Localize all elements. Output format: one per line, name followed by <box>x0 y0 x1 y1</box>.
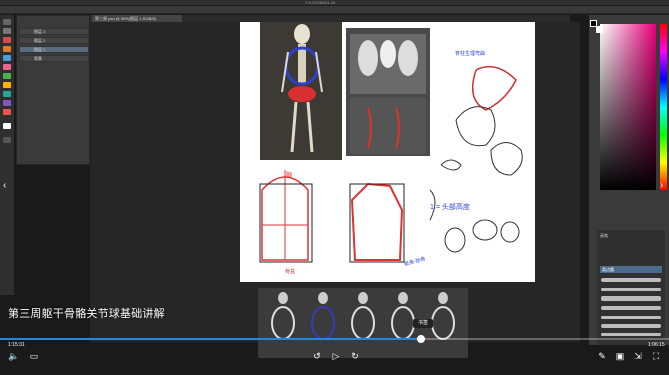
move-tool-icon[interactable] <box>3 19 11 25</box>
previous-arrow-icon[interactable]: ‹ <box>3 180 6 191</box>
volume-icon[interactable]: 🔈 <box>8 350 20 362</box>
brushes-panel: 画笔 柔边圆 <box>597 230 665 345</box>
time-current: 1:15:31 <box>8 342 25 348</box>
skeleton-row-drawing <box>271 292 455 340</box>
color-picker-field[interactable] <box>600 24 656 190</box>
video-subtitle: 第三周躯干骨骼关节球基础讲解 <box>8 308 165 320</box>
layers-panel: 图层 3 图层 2 图层 1 背景 <box>16 15 90 165</box>
pen-tool-icon[interactable] <box>3 82 11 88</box>
brush-stroke-preview[interactable] <box>601 296 661 301</box>
brush-stroke-preview[interactable] <box>601 324 661 328</box>
color-swatch-icon[interactable] <box>3 123 11 129</box>
brush-item-selected[interactable]: 柔边圆 <box>600 266 662 273</box>
brush-stroke-preview[interactable] <box>601 306 661 310</box>
text-tool-icon[interactable] <box>3 91 11 97</box>
layer-row[interactable]: 图层 2 <box>19 37 89 44</box>
play-icon[interactable]: ▷ <box>330 350 342 362</box>
annotation-text: 骨盆 <box>285 269 296 275</box>
annotation-text: 胸 <box>286 173 293 179</box>
tool-bar <box>0 15 14 295</box>
hue-slider[interactable] <box>660 24 667 190</box>
rewind-icon[interactable]: ↺ <box>311 350 323 362</box>
spine-drawing <box>350 34 426 154</box>
brush-stroke-preview[interactable] <box>601 333 661 336</box>
progress-tooltip: 书签 <box>413 319 433 328</box>
options-bar <box>0 6 669 14</box>
brush-stroke-preview[interactable] <box>601 288 661 291</box>
marquee-tool-icon[interactable] <box>3 28 11 34</box>
document-tab[interactable]: 第三周 psd @ 50%(图层 1,RGB/8) <box>92 15 182 22</box>
zoom-tool-icon[interactable] <box>3 109 11 115</box>
crop-tool-icon[interactable] <box>3 46 11 52</box>
subtitle-toggle-icon[interactable]: ▭ <box>28 350 40 362</box>
lasso-tool-icon[interactable] <box>3 37 11 43</box>
panel-label: 画笔 <box>600 233 608 238</box>
quick-mask-icon[interactable] <box>3 137 11 143</box>
eraser-tool-icon[interactable] <box>3 64 11 70</box>
gradient-tool-icon[interactable] <box>3 73 11 79</box>
next-arrow-icon[interactable]: › <box>660 180 663 191</box>
brush-stroke-preview[interactable] <box>601 278 661 282</box>
layer-row[interactable]: 图层 3 <box>19 28 89 35</box>
brush-stroke-preview[interactable] <box>601 316 661 319</box>
forward-icon[interactable]: ↻ <box>349 350 361 362</box>
pip-icon[interactable]: ⇲ <box>632 350 644 362</box>
layer-row[interactable]: 图层 1 <box>19 46 89 53</box>
edit-icon[interactable]: ✎ <box>596 350 608 362</box>
screen-icon[interactable]: ▣ <box>614 350 626 362</box>
brush-tool-icon[interactable] <box>3 55 11 61</box>
torso-sketches <box>440 65 523 176</box>
background-color-swatch[interactable] <box>596 26 603 33</box>
progress-fill <box>0 338 422 340</box>
skeleton-drawing <box>281 24 323 153</box>
fullscreen-icon[interactable]: ⛶ <box>650 350 662 362</box>
annotation-text: 1 = 头部高度 <box>430 204 470 211</box>
annotation-text: 脊柱生理弯曲 <box>455 51 486 57</box>
time-total: 1:06:15 <box>648 342 665 348</box>
layer-row[interactable]: 背景 <box>19 55 89 62</box>
hand-tool-icon[interactable] <box>3 100 11 106</box>
